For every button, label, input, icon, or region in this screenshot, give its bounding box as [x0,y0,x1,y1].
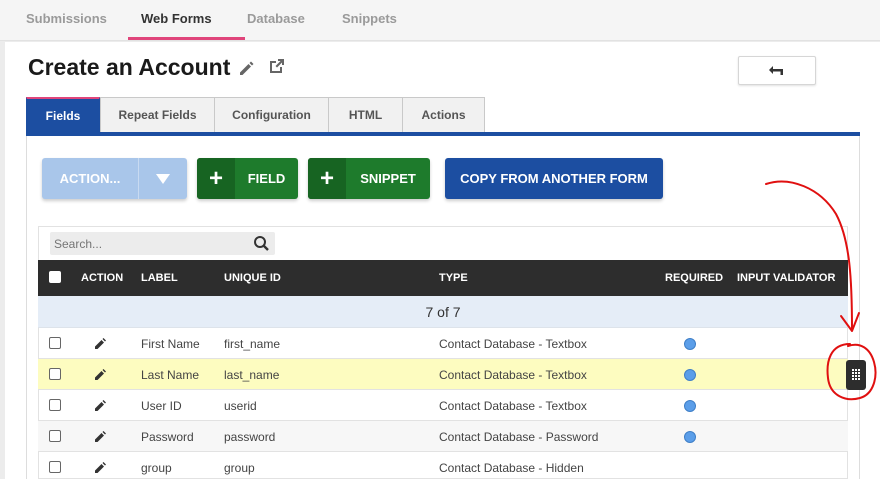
grip-dots-icon [852,369,860,380]
drag-handle[interactable] [846,360,866,390]
plus-icon: + [308,158,346,199]
external-link-icon[interactable] [267,56,287,76]
tab-actions[interactable]: Actions [402,97,485,132]
row-type: Contact Database - Password [439,430,599,444]
pencil-icon[interactable] [237,58,257,78]
header-input-validator[interactable]: INPUT VALIDATOR [737,272,835,284]
row-label: Password [141,430,194,444]
back-button[interactable] [738,56,816,85]
action-button-label: ACTION... [59,171,121,186]
row-label: First Name [141,337,200,351]
add-field-label: FIELD [247,171,286,186]
row-checkbox[interactable] [49,430,61,442]
row-type: Contact Database - Textbox [439,399,587,413]
row-unique-id: first_name [224,337,281,351]
edit-pencil-icon[interactable] [94,337,107,350]
page-title: Create an Account [28,54,231,80]
edit-pencil-icon[interactable] [94,368,107,381]
table-row[interactable]: Last Name last_name Contact Database - T… [38,359,848,390]
row-checkbox[interactable] [49,461,61,473]
caret-down-icon[interactable] [139,173,187,184]
table-header: ACTION LABEL UNIQUE ID TYPE REQUIRED INP… [38,260,848,296]
header-unique-id[interactable]: UNIQUE ID [224,272,281,284]
nav-tab-web-forms[interactable]: Web Forms [141,11,212,26]
nav-tab-database[interactable]: Database [247,11,305,26]
record-count: 7 of 7 [38,296,848,328]
add-snippet-label: SNIPPET [360,171,416,186]
tab-repeat-fields[interactable]: Repeat Fields [100,97,215,132]
row-unique-id: userid [224,399,257,413]
active-tab-indicator [128,37,245,40]
edit-pencil-icon[interactable] [94,430,107,443]
table-row[interactable]: User ID userid Contact Database - Textbo… [38,390,848,421]
add-field-button[interactable]: + FIELD [197,158,298,199]
header-type[interactable]: TYPE [439,272,468,284]
copy-from-another-form-button[interactable]: COPY FROM ANOTHER FORM [445,158,663,199]
header-action: ACTION [81,272,124,284]
header-required[interactable]: REQUIRED [665,272,723,284]
search-box [50,232,275,255]
nav-tab-submissions[interactable]: Submissions [26,11,107,26]
required-indicator [684,369,696,381]
row-unique-id: password [224,430,276,444]
action-dropdown-button[interactable]: ACTION... [42,158,187,199]
row-type: Contact Database - Textbox [439,368,587,382]
tab-fields[interactable]: Fields [26,97,100,132]
required-indicator [684,431,696,443]
search-input[interactable] [50,232,240,255]
row-label: group [141,461,172,475]
edit-pencil-icon[interactable] [94,399,107,412]
tab-html[interactable]: HTML [328,97,403,132]
add-snippet-button[interactable]: + SNIPPET [308,158,430,199]
nav-tab-snippets[interactable]: Snippets [342,11,397,26]
edit-pencil-icon[interactable] [94,461,107,474]
row-type: Contact Database - Hidden [439,461,584,475]
row-unique-id: last_name [224,368,280,382]
required-indicator [684,400,696,412]
tab-configuration[interactable]: Configuration [214,97,329,132]
required-indicator [684,338,696,350]
header-label[interactable]: LABEL [141,272,178,284]
table-row[interactable]: Password password Contact Database - Pas… [38,421,848,452]
row-unique-id: group [224,461,255,475]
row-checkbox[interactable] [49,337,61,349]
table-row[interactable]: group group Contact Database - Hidden [38,452,848,479]
row-type: Contact Database - Textbox [439,337,587,351]
row-label: User ID [141,399,182,413]
top-nav: Submissions Web Forms Database Snippets [0,0,880,41]
row-label: Last Name [141,368,200,382]
plus-icon: + [197,158,235,199]
row-checkbox[interactable] [49,399,61,411]
table-row[interactable]: First Name first_name Contact Database -… [38,328,848,359]
undo-arrow-icon [769,66,783,75]
search-icon[interactable] [253,235,270,252]
row-checkbox[interactable] [49,368,61,380]
select-all-checkbox[interactable] [49,271,61,283]
